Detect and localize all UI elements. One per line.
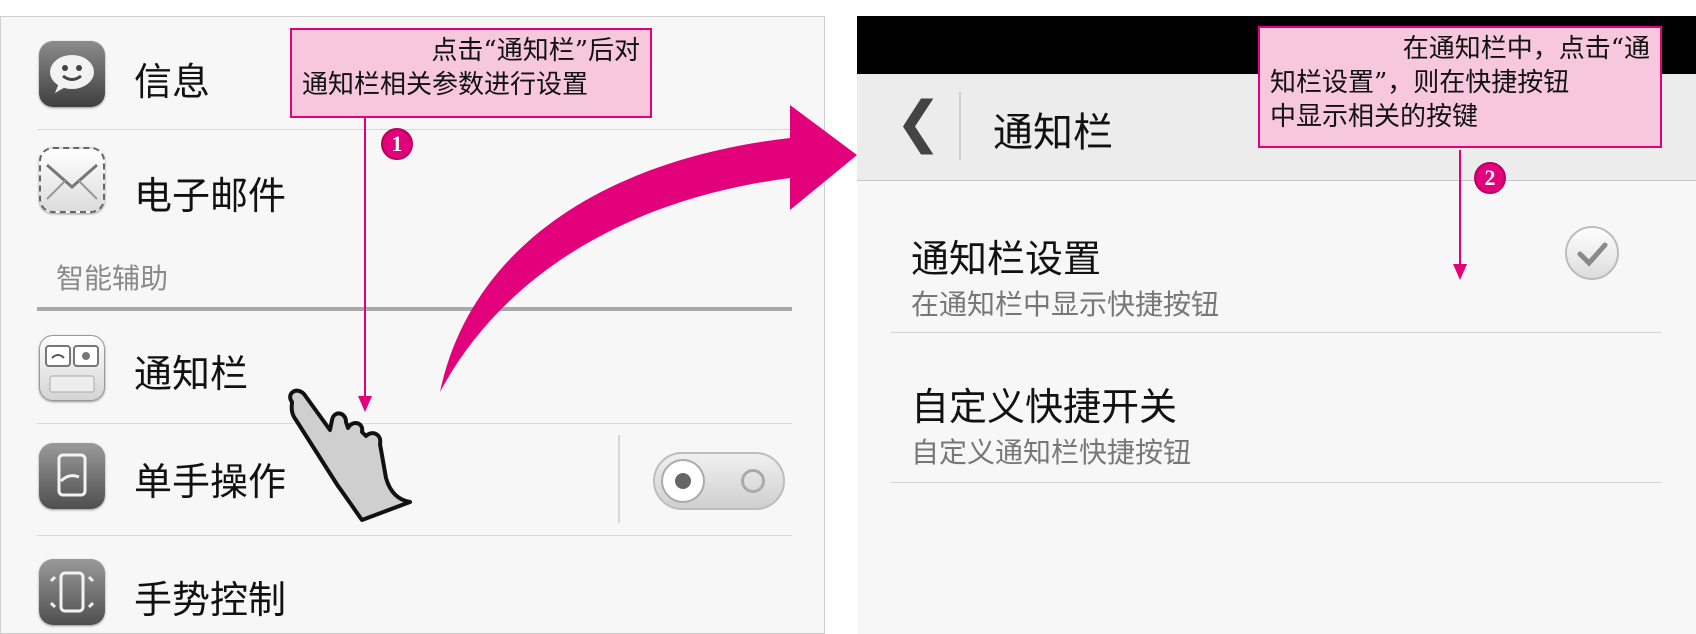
- curved-arrow-icon: [440, 105, 857, 392]
- arrowhead-2: [1453, 264, 1467, 280]
- callout-text: 点击“通知栏”后对: [431, 36, 640, 66]
- hand-pointer-icon: [288, 388, 412, 522]
- arrowhead-1: [358, 396, 372, 412]
- callout-text: 知栏设置”，则在快捷按钮: [1270, 68, 1570, 98]
- callout-text: 通知栏相关参数进行设置: [302, 70, 589, 100]
- callout-1: 点击“通知栏”后对 通知栏相关参数进行设置: [290, 28, 652, 118]
- callout-text: 中显示相关的按键: [1270, 102, 1479, 132]
- callout-2: 在通知栏中，点击“通 知栏设置”，则在快捷按钮 中显示相关的按键: [1258, 26, 1662, 148]
- step-badge-1: 1: [381, 128, 413, 160]
- step-badge-2: 2: [1474, 162, 1506, 194]
- callout-text: 在通知栏中，点击“通: [1402, 34, 1650, 64]
